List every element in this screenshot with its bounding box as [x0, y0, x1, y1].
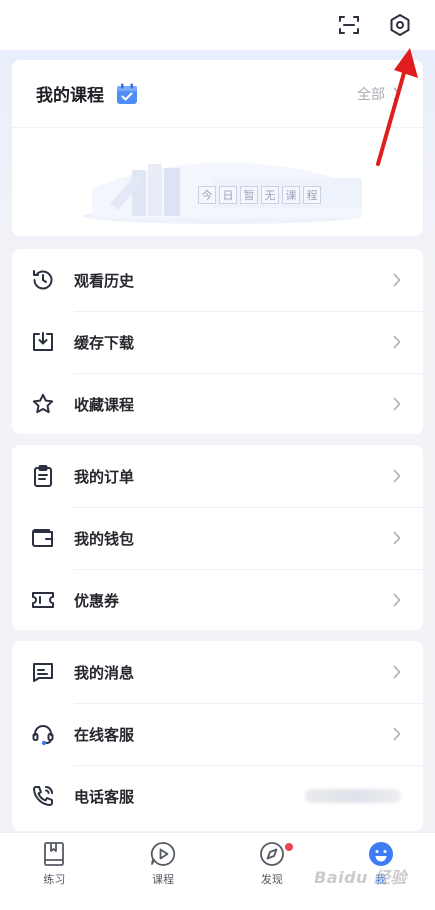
my-courses-header: 我的课程 全部	[12, 60, 423, 128]
menu-item-label: 观看历史	[74, 271, 135, 290]
wallet-icon	[30, 525, 56, 551]
coupon-ticket-icon	[30, 587, 56, 613]
empty-text-char: 日	[219, 186, 237, 204]
chevron-right-icon	[393, 593, 401, 607]
chevron-right-icon	[393, 531, 401, 545]
phone-icon	[30, 783, 56, 809]
empty-text-char: 课	[282, 186, 300, 204]
chevron-right-icon	[393, 397, 401, 411]
chevron-right-icon	[393, 727, 401, 741]
redacted-phone-number	[305, 789, 401, 803]
calendar-check-icon	[117, 83, 137, 104]
history-clock-icon	[30, 267, 56, 293]
menu-group-learning: 观看历史 缓存下载 收藏课程	[12, 249, 423, 434]
menu-item-coupons[interactable]: 优惠券	[12, 569, 423, 631]
menu-item-phone-support[interactable]: 电话客服	[12, 765, 423, 827]
empty-text-char: 暂	[240, 186, 258, 204]
chevron-right-icon	[393, 469, 401, 483]
chevron-right-icon	[393, 665, 401, 679]
empty-text-char: 无	[261, 186, 279, 204]
tab-label: 练习	[43, 873, 66, 886]
headset-icon	[30, 721, 56, 747]
notification-dot	[284, 843, 293, 851]
menu-item-favorite-courses[interactable]: 收藏课程	[12, 373, 423, 435]
menu-item-label: 电话客服	[74, 787, 135, 806]
menu-item-label: 缓存下载	[74, 333, 135, 352]
menu-item-label: 在线客服	[74, 725, 135, 744]
empty-text-char: 程	[303, 186, 321, 204]
my-courses-card: 我的课程 全部 今 日 暂 无 课 程	[12, 60, 423, 236]
menu-item-my-wallet[interactable]: 我的钱包	[12, 507, 423, 569]
annotation-arrow-icon	[376, 48, 418, 166]
menu-item-label: 收藏课程	[74, 395, 135, 414]
menu-item-label: 我的消息	[74, 663, 135, 682]
tab-label: 课程	[152, 873, 175, 886]
menu-item-my-messages[interactable]: 我的消息	[12, 641, 423, 703]
menu-item-cache-download[interactable]: 缓存下载	[12, 311, 423, 373]
empty-courses-text: 今 日 暂 无 课 程	[198, 186, 321, 204]
scan-icon[interactable]	[331, 7, 367, 43]
message-icon	[30, 659, 56, 685]
menu-group-support: 我的消息 在线客服 电话客服	[12, 641, 423, 831]
tab-label: 发现	[260, 873, 283, 886]
empty-text-char: 今	[198, 186, 216, 204]
compass-discover-icon	[259, 842, 284, 866]
download-cache-icon	[30, 329, 56, 355]
star-favorite-icon	[30, 391, 56, 417]
tab-practice[interactable]: 练习	[0, 833, 109, 910]
menu-group-account: 我的订单 我的钱包 优惠券	[12, 445, 423, 630]
my-courses-title: 我的课程	[36, 86, 104, 106]
chevron-right-icon	[393, 335, 401, 349]
play-course-icon	[151, 842, 176, 866]
menu-item-online-support[interactable]: 在线客服	[12, 703, 423, 765]
watermark-text: Baidu 经验	[314, 868, 407, 887]
book-practice-icon	[44, 842, 65, 866]
chevron-right-icon	[393, 273, 401, 287]
clipboard-order-icon	[30, 463, 56, 489]
menu-item-label: 我的钱包	[74, 529, 135, 548]
menu-item-label: 优惠券	[74, 591, 120, 610]
menu-item-watch-history[interactable]: 观看历史	[12, 249, 423, 311]
tab-courses[interactable]: 课程	[109, 833, 218, 910]
menu-item-my-orders[interactable]: 我的订单	[12, 445, 423, 507]
tab-discover[interactable]: 发现	[218, 833, 327, 910]
menu-item-label: 我的订单	[74, 467, 135, 486]
